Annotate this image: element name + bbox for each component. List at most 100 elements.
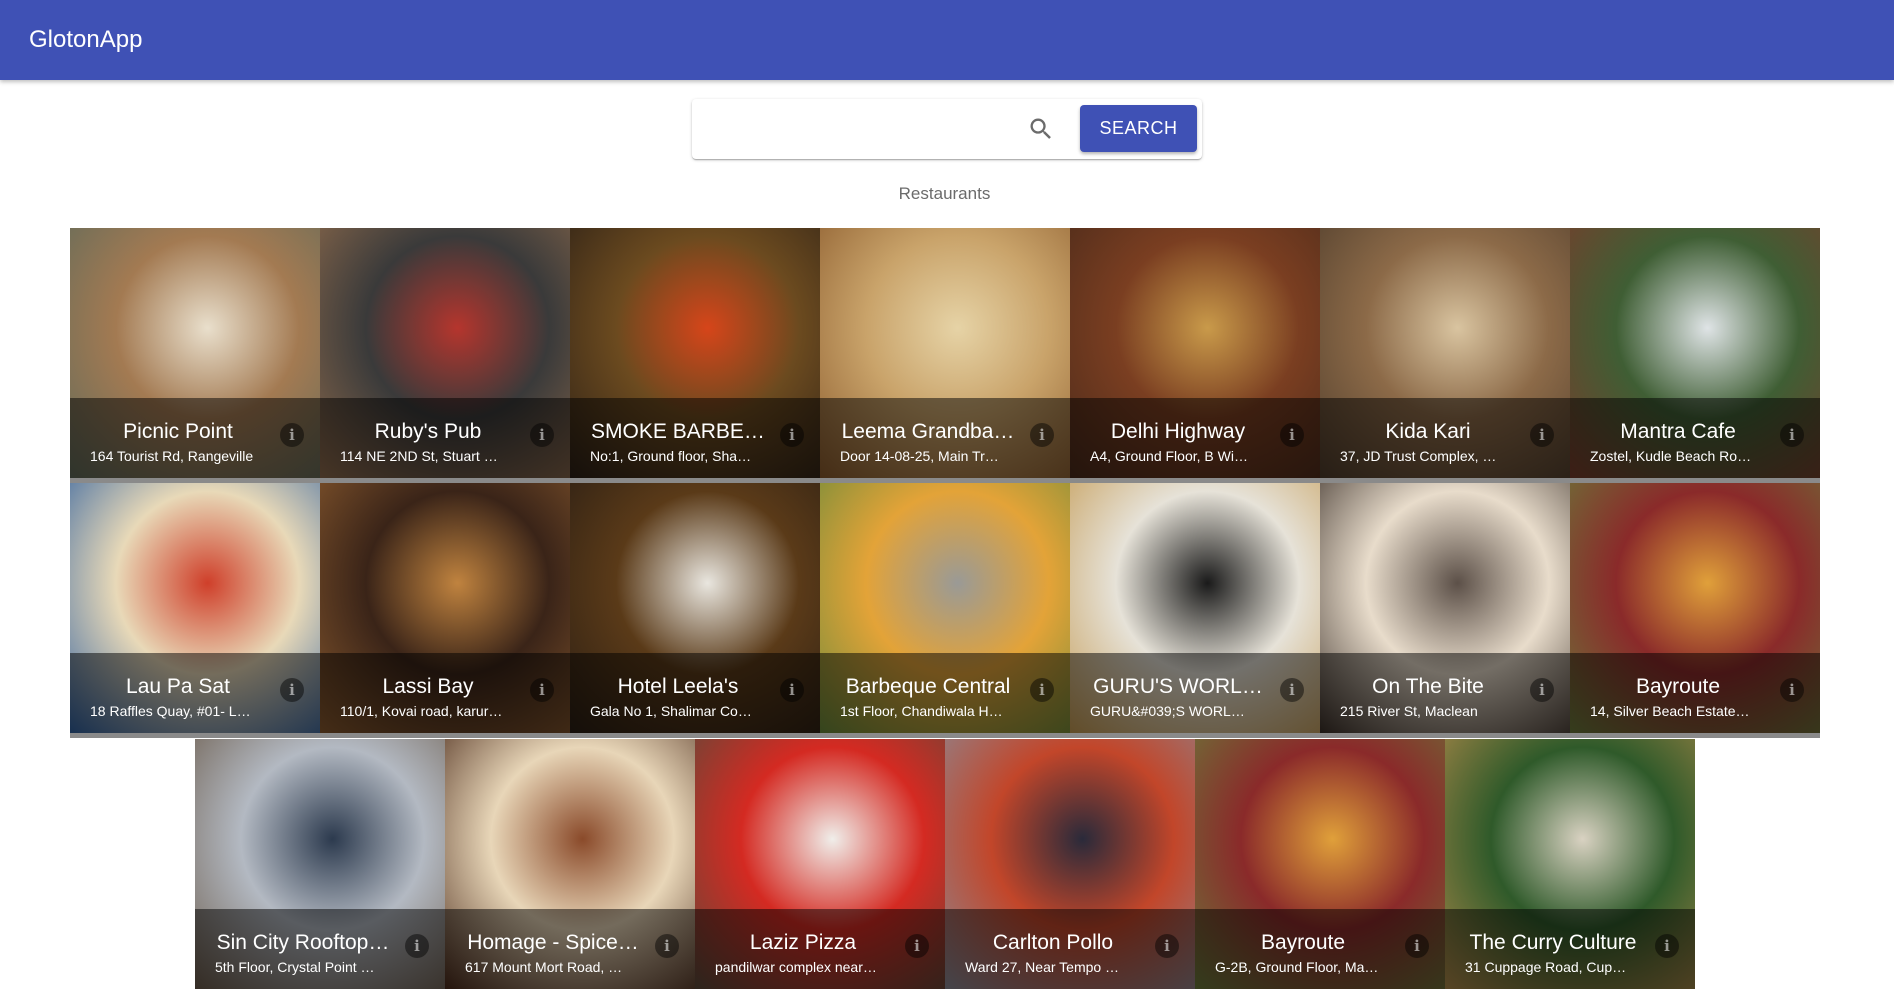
restaurant-tile[interactable]: Delhi Highway A4, Ground Floor, B Wi… i [1070,228,1320,478]
restaurant-tile[interactable]: Kida Kari 37, JD Trust Complex, … i [1320,228,1570,478]
restaurant-address: GURU&#039;S WORL… [1090,703,1245,719]
info-icon[interactable]: i [280,423,304,447]
restaurant-address: 18 Raffles Quay, #01- L… [90,703,251,719]
restaurant-name: Lau Pa Sat [126,675,230,698]
tile-caption-bar: Sin City Rooftop… 5th Floor, Crystal Poin… [195,909,445,989]
restaurant-name: Mantra Cafe [1620,420,1736,443]
restaurant-tile[interactable]: Mantra Cafe Zostel, Kudle Beach Ro… i [1570,228,1820,478]
tile-caption-bar: Laziz Pizza pandilwar complex near… i [695,909,945,989]
restaurant-name: Sin City Rooftop… [216,931,390,954]
restaurant-address: 14, Silver Beach Estate… [1590,703,1750,719]
tile-caption-bar: Ruby's Pub 114 NE 2ND St, Stuart … i [320,398,570,478]
restaurant-tile[interactable]: On The Bite 215 River St, Maclean i [1320,483,1570,733]
restaurant-tile[interactable]: Carlton Pollo Ward 27, Near Tempo … i [945,739,1195,989]
restaurant-name: Picnic Point [123,420,233,443]
restaurant-grid: Picnic Point 164 Tourist Rd, Rangeville i R… [0,0,1894,989]
info-icon[interactable]: i [1530,423,1554,447]
restaurant-name: Carlton Pollo [992,931,1114,954]
tile-caption-bar: GURU'S WORL… GURU&#039;S WORL… i [1070,653,1320,733]
restaurant-name: Delhi Highway [1110,420,1246,443]
tile-caption-bar: Barbeque Central 1st Floor, Chandiwala H…… [820,653,1070,733]
info-icon[interactable]: i [905,934,929,958]
info-icon[interactable]: i [1405,934,1429,958]
tile-caption-bar: Mantra Cafe Zostel, Kudle Beach Ro… i [1570,398,1820,478]
restaurant-name: Barbeque Central [845,675,1011,698]
restaurant-tile[interactable]: Lassi Bay 110/1, Kovai road, karur… i [320,483,570,733]
info-icon[interactable]: i [530,678,554,702]
restaurant-name: Hotel Leela's [617,675,739,698]
restaurant-address: Door 14-08-25, Main Tr… [840,448,999,464]
restaurant-name: Lassi Bay [382,675,474,698]
info-icon[interactable]: i [655,934,679,958]
info-icon[interactable]: i [1280,678,1304,702]
restaurant-address: 114 NE 2ND St, Stuart … [340,448,498,464]
restaurant-tile[interactable]: The Curry Culture 31 Cuppage Road, Cup… i [1445,739,1695,989]
restaurant-tile[interactable]: Bayroute G-2B, Ground Floor, Ma… i [1195,739,1445,989]
info-icon[interactable]: i [1780,423,1804,447]
restaurant-name: The Curry Culture [1469,931,1637,954]
restaurant-tile[interactable]: Leema Grandba… Door 14-08-25, Main Tr… i [820,228,1070,478]
restaurant-address: G-2B, Ground Floor, Ma… [1215,959,1379,975]
info-icon[interactable]: i [280,678,304,702]
restaurant-address: Zostel, Kudle Beach Ro… [1590,448,1752,464]
restaurant-name: Bayroute [1260,931,1346,954]
info-icon[interactable]: i [405,934,429,958]
restaurant-name: Leema Grandba… [841,420,1015,443]
restaurant-tile[interactable]: Ruby's Pub 114 NE 2ND St, Stuart … i [320,228,570,478]
restaurant-name: Homage - Spice… [467,931,639,954]
restaurant-name: Ruby's Pub [374,420,482,443]
row-divider [70,733,1820,738]
restaurant-address: 31 Cuppage Road, Cup… [1465,959,1627,975]
info-icon[interactable]: i [1280,423,1304,447]
restaurant-tile[interactable]: Lau Pa Sat 18 Raffles Quay, #01- L… i [70,483,320,733]
tile-caption-bar: Hotel Leela's Gala No 1, Shalimar Co… i [570,653,820,733]
restaurant-tile[interactable]: Laziz Pizza pandilwar complex near… i [695,739,945,989]
restaurant-tile[interactable]: GURU'S WORL… GURU&#039;S WORL… i [1070,483,1320,733]
info-icon[interactable]: i [1155,934,1179,958]
restaurant-address: 1st Floor, Chandiwala H… [840,703,1003,719]
info-icon[interactable]: i [1655,934,1679,958]
restaurant-name: Laziz Pizza [749,931,857,954]
restaurant-tile[interactable]: Hotel Leela's Gala No 1, Shalimar Co… i [570,483,820,733]
restaurant-name: On The Bite [1372,675,1484,698]
restaurant-tile[interactable]: Sin City Rooftop… 5th Floor, Crystal Poin… [195,739,445,989]
info-icon[interactable]: i [530,423,554,447]
restaurant-name: Kida Kari [1385,420,1471,443]
restaurant-address: 164 Tourist Rd, Rangeville [90,448,254,464]
restaurant-name: GURU'S WORL… [1093,675,1263,698]
tile-caption-bar: Lau Pa Sat 18 Raffles Quay, #01- L… i [70,653,320,733]
restaurant-address: 5th Floor, Crystal Point … [215,959,375,975]
tile-caption-bar: Picnic Point 164 Tourist Rd, Rangeville i [70,398,320,478]
restaurant-address: 110/1, Kovai road, karur… [340,703,503,719]
restaurant-address: Ward 27, Near Tempo … [965,959,1120,975]
restaurant-address: 37, JD Trust Complex, … [1340,448,1497,464]
info-icon[interactable]: i [1030,423,1054,447]
restaurant-name: Bayroute [1635,675,1721,698]
info-icon[interactable]: i [1030,678,1054,702]
tile-caption-bar: Carlton Pollo Ward 27, Near Tempo … i [945,909,1195,989]
restaurant-address: 617 Mount Mort Road, … [465,959,623,975]
info-icon[interactable]: i [1780,678,1804,702]
tile-caption-bar: Bayroute 14, Silver Beach Estate… i [1570,653,1820,733]
info-icon[interactable]: i [780,678,804,702]
restaurant-address: A4, Ground Floor, B Wi… [1090,448,1248,464]
restaurant-tile[interactable]: SMOKE BARBE… No:1, Ground floor, Sha… i [570,228,820,478]
tile-caption-bar: The Curry Culture 31 Cuppage Road, Cup… i [1445,909,1695,989]
restaurant-name: SMOKE BARBE… [591,420,765,443]
restaurant-tile[interactable]: Picnic Point 164 Tourist Rd, Rangeville i [70,228,320,478]
restaurant-address: 215 River St, Maclean [1340,703,1478,719]
tile-caption-bar: Bayroute G-2B, Ground Floor, Ma… i [1195,909,1445,989]
row-divider [70,478,1820,483]
restaurant-tile[interactable]: Homage - Spice… 617 Mount Mort Road, … i [445,739,695,989]
tile-caption-bar: SMOKE BARBE… No:1, Ground floor, Sha… i [570,398,820,478]
tile-caption-bar: Lassi Bay 110/1, Kovai road, karur… i [320,653,570,733]
tile-caption-bar: On The Bite 215 River St, Maclean i [1320,653,1570,733]
info-icon[interactable]: i [1530,678,1554,702]
tile-caption-bar: Kida Kari 37, JD Trust Complex, … i [1320,398,1570,478]
tile-caption-bar: Homage - Spice… 617 Mount Mort Road, … i [445,909,695,989]
restaurant-tile[interactable]: Bayroute 14, Silver Beach Estate… i [1570,483,1820,733]
restaurant-address: No:1, Ground floor, Sha… [590,448,752,464]
restaurant-address: pandilwar complex near… [715,959,877,975]
info-icon[interactable]: i [780,423,804,447]
restaurant-tile[interactable]: Barbeque Central 1st Floor, Chandiwala H…… [820,483,1070,733]
